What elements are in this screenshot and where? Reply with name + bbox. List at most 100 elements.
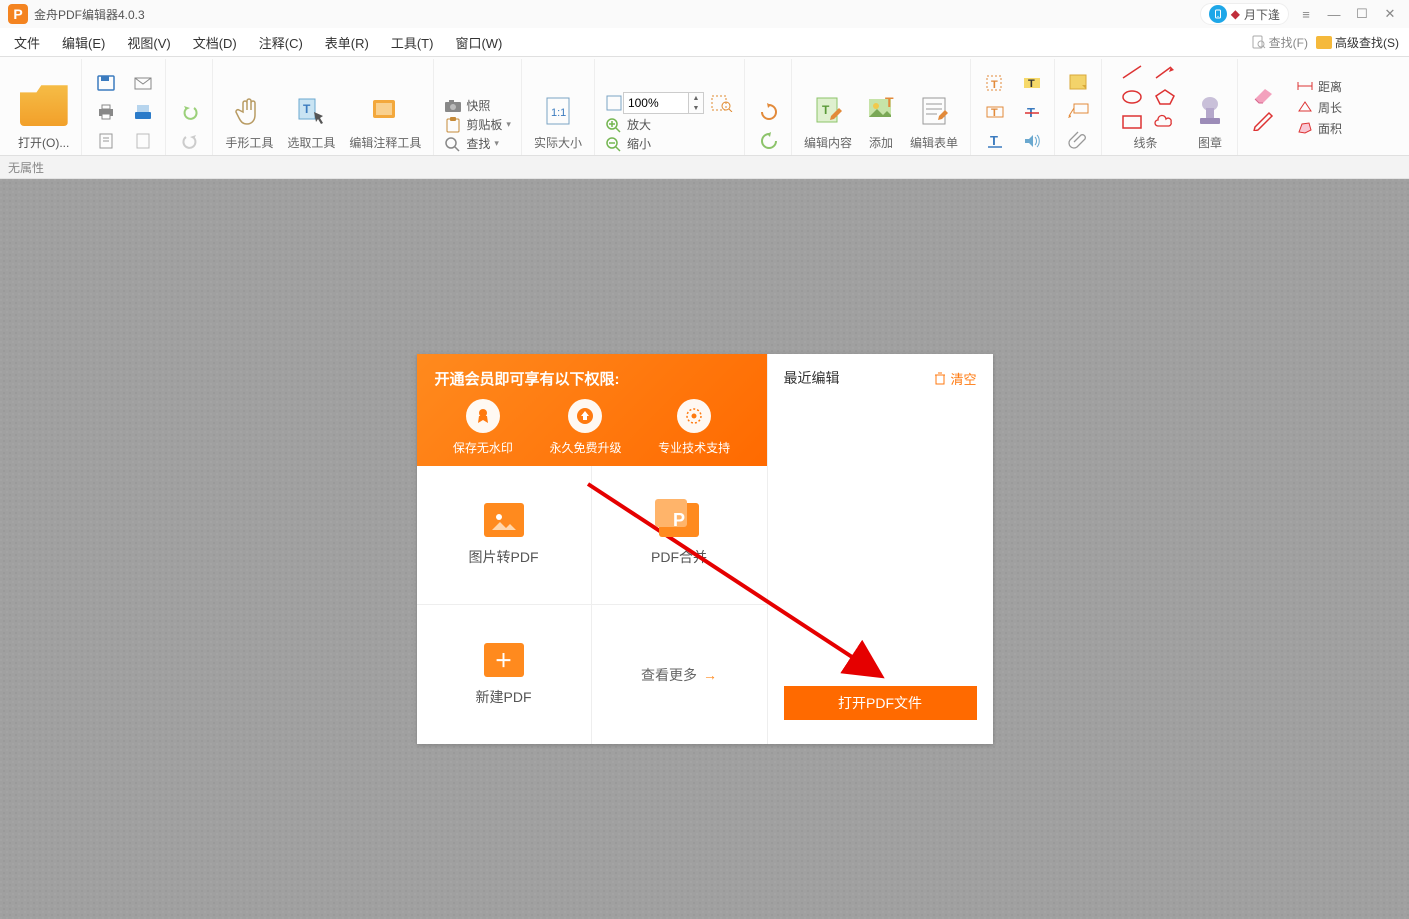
edit-content-button[interactable]: T 编辑内容 <box>798 92 858 153</box>
select-icon: T <box>296 94 326 128</box>
menu-more-icon[interactable]: ≡ <box>1295 3 1317 25</box>
open-button[interactable]: 打开(O)... <box>12 76 75 153</box>
minimize-button[interactable]: — <box>1323 3 1345 25</box>
fit-page-icon[interactable] <box>605 94 623 112</box>
app-title: 金舟PDF编辑器4.0.3 <box>34 6 145 23</box>
group-text-tools: T T T T T <box>971 59 1055 155</box>
group-zoom: ▲▼ 放大 缩小 <box>595 59 745 155</box>
pencil-button[interactable] <box>1250 108 1278 132</box>
select-tool-button[interactable]: T 选取工具 <box>281 92 341 153</box>
vip-perk-upgrade: 永久免费升级 <box>549 399 621 456</box>
zoom-in-button[interactable]: 放大 <box>601 115 655 134</box>
audio-annot-button[interactable] <box>1014 127 1050 155</box>
maximize-button[interactable]: ☐ <box>1351 3 1373 25</box>
menu-annot[interactable]: 注释(C) <box>255 29 307 56</box>
menu-form[interactable]: 表单(R) <box>321 29 373 56</box>
stamp-button[interactable]: 图章 <box>1189 92 1231 153</box>
menu-view[interactable]: 视图(V) <box>123 29 174 56</box>
eraser-button[interactable] <box>1250 82 1278 106</box>
find-tool-button[interactable]: 查找▾ <box>440 134 503 153</box>
rotate-cw-button[interactable] <box>751 98 787 126</box>
zoom-input[interactable] <box>623 92 689 114</box>
svg-text:T: T <box>885 94 894 110</box>
add-button[interactable]: T 添加 <box>860 92 902 153</box>
print-button[interactable] <box>88 98 124 126</box>
hand-label: 手形工具 <box>225 134 273 151</box>
undo-button[interactable] <box>172 98 208 126</box>
save-button[interactable] <box>88 69 124 97</box>
open-label: 打开(O)... <box>18 134 69 151</box>
zoom-row: ▲▼ <box>601 91 738 115</box>
select-label: 选取工具 <box>287 134 335 151</box>
edit-annot-label: 编辑注释工具 <box>349 134 421 151</box>
menu-doc[interactable]: 文档(D) <box>189 29 241 56</box>
snapshot-button[interactable]: 快照 <box>440 96 494 115</box>
find-tool-label: 查找 <box>466 135 490 152</box>
gem-icon: ◆ <box>1231 7 1240 21</box>
clear-label: 清空 <box>950 369 976 388</box>
rotate-ccw-button[interactable] <box>751 127 787 155</box>
close-button[interactable]: ✕ <box>1379 3 1401 25</box>
tile-new-pdf[interactable]: ＋ 新建PDF <box>417 605 592 744</box>
zoom-out-button[interactable]: 缩小 <box>601 134 655 153</box>
menu-tool[interactable]: 工具(T) <box>387 29 438 56</box>
clipboard-button[interactable]: 剪贴板▾ <box>440 115 515 134</box>
text-box-button[interactable]: T <box>977 98 1013 126</box>
advanced-find-button[interactable]: 高级查找(S) <box>1316 34 1399 51</box>
perimeter-icon <box>1296 100 1314 114</box>
attach-button[interactable] <box>1061 127 1097 155</box>
group-clipboard: 快照 剪贴板▾ 查找▾ <box>434 59 522 155</box>
area-button[interactable]: 面积 <box>1292 119 1346 138</box>
eraser-icon <box>1251 83 1277 105</box>
polygon-icon <box>1147 83 1183 111</box>
new-page-button[interactable] <box>88 127 124 155</box>
svg-text:T: T <box>303 102 311 116</box>
add-label: 添加 <box>869 134 893 151</box>
toolbar: 打开(O)... 手形工具 T 选取工具 编辑注释工具 <box>0 57 1409 156</box>
marquee-zoom-icon[interactable] <box>710 94 734 112</box>
pencil-icon <box>1251 109 1277 131</box>
strikethrough-button[interactable]: T <box>1014 98 1050 126</box>
arrow-icon <box>1147 58 1183 86</box>
zoom-out-label: 缩小 <box>627 135 651 152</box>
advanced-find-label: 高级查找(S) <box>1335 34 1399 51</box>
edit-annot-button[interactable]: 编辑注释工具 <box>343 92 427 153</box>
open-pdf-button[interactable]: 打开PDF文件 <box>784 686 977 720</box>
tile-pdf-merge[interactable]: P PDF合并 <box>592 466 767 605</box>
sticky-note-button[interactable] <box>1061 69 1097 97</box>
menu-file[interactable]: 文件 <box>10 29 44 56</box>
callout-button[interactable] <box>1061 98 1097 126</box>
cloud-icon <box>1147 108 1183 136</box>
tile3-label: 新建PDF <box>476 687 532 707</box>
group-edit-content: T 编辑内容 T 添加 编辑表单 <box>792 59 971 155</box>
new-blank-button[interactable] <box>125 127 161 155</box>
vip-perk-nowatermark: 保存无水印 <box>453 399 513 456</box>
tile-view-more[interactable]: 查看更多→ <box>592 605 767 744</box>
text-select-button[interactable]: T <box>977 69 1013 97</box>
hand-icon <box>234 94 264 128</box>
distance-button[interactable]: 距离 <box>1292 77 1346 96</box>
menu-edit[interactable]: 编辑(E) <box>58 29 109 56</box>
redo-button[interactable] <box>172 127 208 155</box>
hand-tool-button[interactable]: 手形工具 <box>219 92 279 153</box>
user-chip[interactable]: ◆ 月下逢 <box>1200 3 1289 25</box>
scan-button[interactable] <box>125 98 161 126</box>
menu-window[interactable]: 窗口(W) <box>451 29 506 56</box>
underline-button[interactable]: T <box>977 127 1013 155</box>
recent-panel: 最近编辑 清空 打开PDF文件 <box>767 354 993 744</box>
edit-form-button[interactable]: 编辑表单 <box>904 92 964 153</box>
lines-button[interactable]: 线条 <box>1108 57 1183 153</box>
zoom-spinner[interactable]: ▲▼ <box>689 92 704 114</box>
property-text: 无属性 <box>8 159 44 176</box>
clear-recent-button[interactable]: 清空 <box>933 368 976 388</box>
mail-button[interactable] <box>125 69 161 97</box>
start-tiles: 图片转PDF P PDF合并 ＋ 新建PDF 查看更多→ <box>417 466 767 744</box>
actual-size-button[interactable]: 1:1 实际大小 <box>528 92 588 153</box>
find-button[interactable]: 查找(F) <box>1252 34 1308 51</box>
highlight-button[interactable]: T <box>1014 69 1050 97</box>
lines-label: 线条 <box>1133 134 1157 151</box>
vip-panel[interactable]: 开通会员即可享有以下权限: 保存无水印 永久免费升级 专业技术支持 <box>417 354 767 466</box>
tile-image-to-pdf[interactable]: 图片转PDF <box>417 466 592 605</box>
perimeter-button[interactable]: 周长 <box>1292 98 1346 117</box>
vip-perk3-label: 专业技术支持 <box>658 441 730 455</box>
